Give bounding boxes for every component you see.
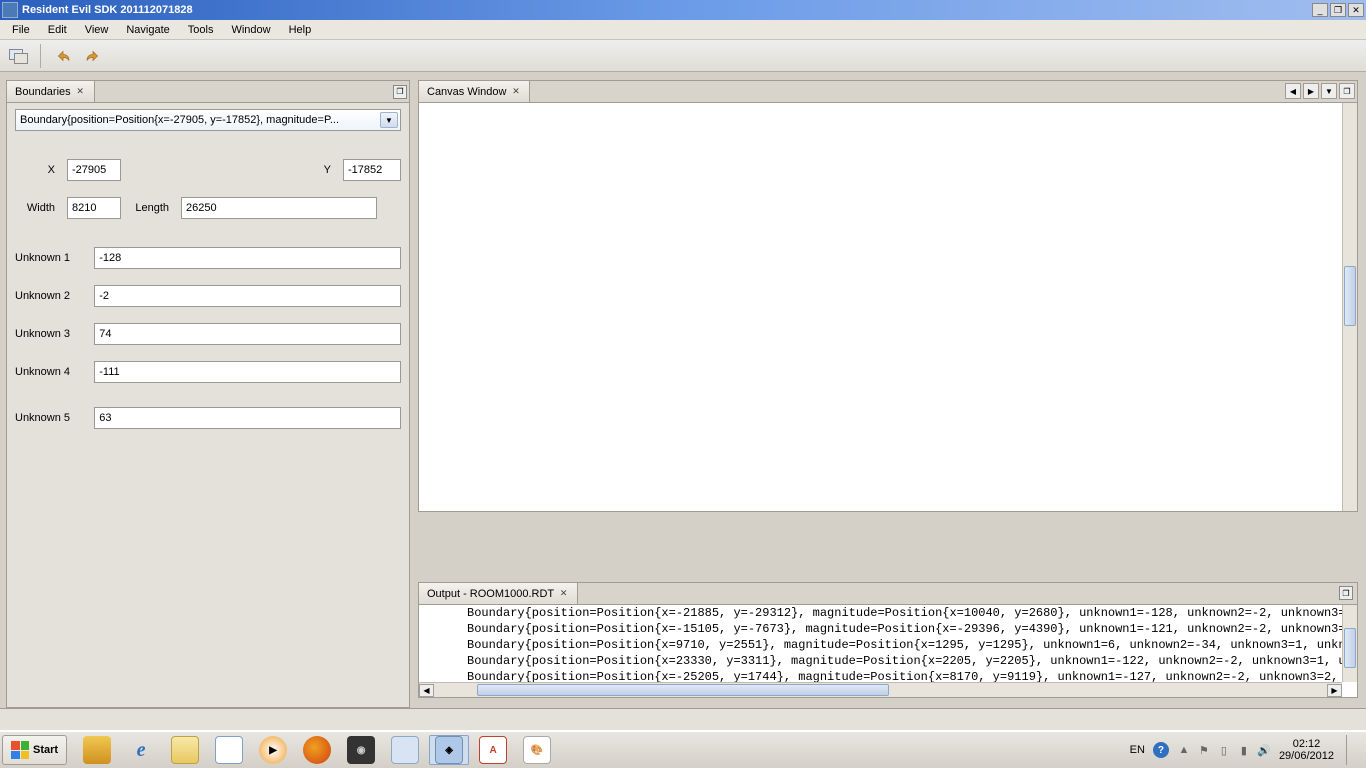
canvas-scrollbar-vertical[interactable] bbox=[1342, 103, 1357, 511]
tab-close-icon[interactable]: ✕ bbox=[558, 588, 569, 599]
label-length: Length bbox=[129, 202, 173, 214]
statusbar bbox=[0, 708, 1366, 730]
start-label: Start bbox=[33, 744, 58, 756]
menu-navigate[interactable]: Navigate bbox=[118, 22, 177, 38]
taskbar: Start e ▶ ◉ ◈ A 🎨 EN ? ▲ ⚑ ▯ ▮ 🔊 02:12 2… bbox=[0, 730, 1366, 768]
taskbar-app-steam[interactable]: ◉ bbox=[341, 735, 381, 765]
canvas-panel: Canvas Window ✕ ◀ ▶ ▼ ❐ bbox=[418, 80, 1358, 512]
tab-output[interactable]: Output - ROOM1000.RDT ✕ bbox=[419, 583, 578, 604]
main-area: Boundaries ✕ ❐ Boundary{position=Positio… bbox=[0, 72, 1366, 708]
input-unknown2[interactable] bbox=[94, 285, 401, 307]
label-unknown5: Unknown 5 bbox=[15, 412, 86, 424]
panel-maximize-icon[interactable]: ❐ bbox=[1339, 586, 1353, 600]
taskbar-app-paint[interactable]: 🎨 bbox=[517, 735, 557, 765]
system-tray: EN ? ▲ ⚑ ▯ ▮ 🔊 02:12 29/06/2012 bbox=[1130, 735, 1364, 765]
taskbar-app-wmp[interactable]: ▶ bbox=[253, 735, 293, 765]
toolbar bbox=[0, 40, 1366, 72]
tray-volume-icon[interactable]: 🔊 bbox=[1257, 743, 1271, 757]
tray-network-icon[interactable]: ▯ bbox=[1217, 743, 1231, 757]
taskbar-app-ie[interactable]: e bbox=[121, 735, 161, 765]
tab-label: Boundaries bbox=[15, 86, 71, 98]
menu-help[interactable]: Help bbox=[281, 22, 320, 38]
maximize-button[interactable]: ❐ bbox=[1330, 3, 1346, 17]
input-x[interactable] bbox=[67, 159, 121, 181]
clock-time: 02:12 bbox=[1293, 738, 1321, 750]
dropdown-arrow-icon[interactable]: ▼ bbox=[380, 112, 398, 128]
toolbar-separator bbox=[40, 44, 41, 68]
boundary-selector[interactable]: Boundary{position=Position{x=-27905, y=-… bbox=[15, 109, 401, 131]
scroll-right-button[interactable]: ▶ bbox=[1327, 684, 1342, 697]
output-tab-row: Output - ROOM1000.RDT ✕ ❐ bbox=[419, 583, 1357, 605]
app-icon bbox=[2, 2, 18, 18]
tray-expand-icon[interactable]: ▲ bbox=[1177, 743, 1191, 757]
tab-close-icon[interactable]: ✕ bbox=[75, 86, 86, 97]
taskbar-app-generic1[interactable] bbox=[385, 735, 425, 765]
canvas-tab-row: Canvas Window ✕ ◀ ▶ ▼ ❐ bbox=[419, 81, 1357, 103]
clock-date: 29/06/2012 bbox=[1279, 750, 1334, 762]
input-width[interactable] bbox=[67, 197, 121, 219]
output-scrollbar-vertical[interactable] bbox=[1342, 605, 1357, 682]
menu-window[interactable]: Window bbox=[223, 22, 278, 38]
tab-label: Canvas Window bbox=[427, 86, 506, 98]
nav-prev-button[interactable]: ◀ bbox=[1285, 83, 1301, 99]
label-width: Width bbox=[15, 202, 59, 214]
window-title: Resident Evil SDK 201112071828 bbox=[22, 4, 1312, 16]
input-y[interactable] bbox=[343, 159, 401, 181]
tab-canvas[interactable]: Canvas Window ✕ bbox=[419, 81, 530, 102]
show-desktop-button[interactable] bbox=[1346, 735, 1360, 765]
output-panel: Output - ROOM1000.RDT ✕ ❐ Boundary{posit… bbox=[418, 582, 1358, 698]
tab-label: Output - ROOM1000.RDT bbox=[427, 588, 554, 600]
label-unknown1: Unknown 1 bbox=[15, 252, 86, 264]
menubar: File Edit View Navigate Tools Window Hel… bbox=[0, 20, 1366, 40]
input-unknown4[interactable] bbox=[94, 361, 401, 383]
input-unknown1[interactable] bbox=[94, 247, 401, 269]
label-y: Y bbox=[291, 164, 335, 176]
tab-close-icon[interactable]: ✕ bbox=[510, 86, 521, 97]
panel-maximize-icon[interactable]: ❐ bbox=[1339, 83, 1355, 99]
nav-dropdown-button[interactable]: ▼ bbox=[1321, 83, 1337, 99]
close-button[interactable]: ✕ bbox=[1348, 3, 1364, 17]
help-icon[interactable]: ? bbox=[1153, 742, 1169, 758]
boundaries-panel: Boundaries ✕ ❐ Boundary{position=Positio… bbox=[6, 80, 410, 708]
menu-file[interactable]: File bbox=[4, 22, 38, 38]
menu-view[interactable]: View bbox=[77, 22, 117, 38]
clock[interactable]: 02:12 29/06/2012 bbox=[1279, 738, 1334, 762]
panel-maximize-icon[interactable]: ❐ bbox=[393, 85, 407, 99]
minimize-button[interactable]: _ bbox=[1312, 3, 1328, 17]
taskbar-app-firefox[interactable] bbox=[297, 735, 337, 765]
undo-button[interactable] bbox=[51, 44, 75, 68]
nav-next-button[interactable]: ▶ bbox=[1303, 83, 1319, 99]
scroll-left-button[interactable]: ◀ bbox=[419, 684, 434, 697]
menu-tools[interactable]: Tools bbox=[180, 22, 222, 38]
input-length[interactable] bbox=[181, 197, 377, 219]
panel-tab-row: Boundaries ✕ ❐ bbox=[7, 81, 409, 103]
save-all-button[interactable] bbox=[6, 44, 30, 68]
output-scrollbar-horizontal[interactable]: ◀ ▶ bbox=[419, 682, 1342, 697]
menu-edit[interactable]: Edit bbox=[40, 22, 75, 38]
titlebar: Resident Evil SDK 201112071828 _ ❐ ✕ bbox=[0, 0, 1366, 20]
output-text[interactable]: Boundary{position=Position{x=-21885, y=-… bbox=[419, 605, 1342, 682]
start-button[interactable]: Start bbox=[2, 735, 67, 765]
label-x: X bbox=[15, 164, 59, 176]
input-unknown3[interactable] bbox=[94, 323, 401, 345]
tray-flag-icon[interactable]: ⚑ bbox=[1197, 743, 1211, 757]
label-unknown4: Unknown 4 bbox=[15, 366, 86, 378]
canvas-area[interactable] bbox=[419, 103, 1342, 511]
taskbar-app-notepad[interactable] bbox=[209, 735, 249, 765]
taskbar-app-1[interactable] bbox=[77, 735, 117, 765]
redo-button[interactable] bbox=[81, 44, 105, 68]
input-unknown5[interactable] bbox=[94, 407, 401, 429]
label-unknown3: Unknown 3 bbox=[15, 328, 86, 340]
tab-boundaries[interactable]: Boundaries ✕ bbox=[7, 81, 95, 102]
taskbar-app-explorer[interactable] bbox=[165, 735, 205, 765]
tray-signal-icon[interactable]: ▮ bbox=[1237, 743, 1251, 757]
taskbar-app-sdk[interactable]: ◈ bbox=[429, 735, 469, 765]
label-unknown2: Unknown 2 bbox=[15, 290, 86, 302]
boundary-selector-text: Boundary{position=Position{x=-27905, y=-… bbox=[20, 114, 374, 126]
language-indicator[interactable]: EN bbox=[1130, 744, 1145, 756]
taskbar-app-pdf[interactable]: A bbox=[473, 735, 513, 765]
windows-flag-icon bbox=[11, 741, 29, 759]
